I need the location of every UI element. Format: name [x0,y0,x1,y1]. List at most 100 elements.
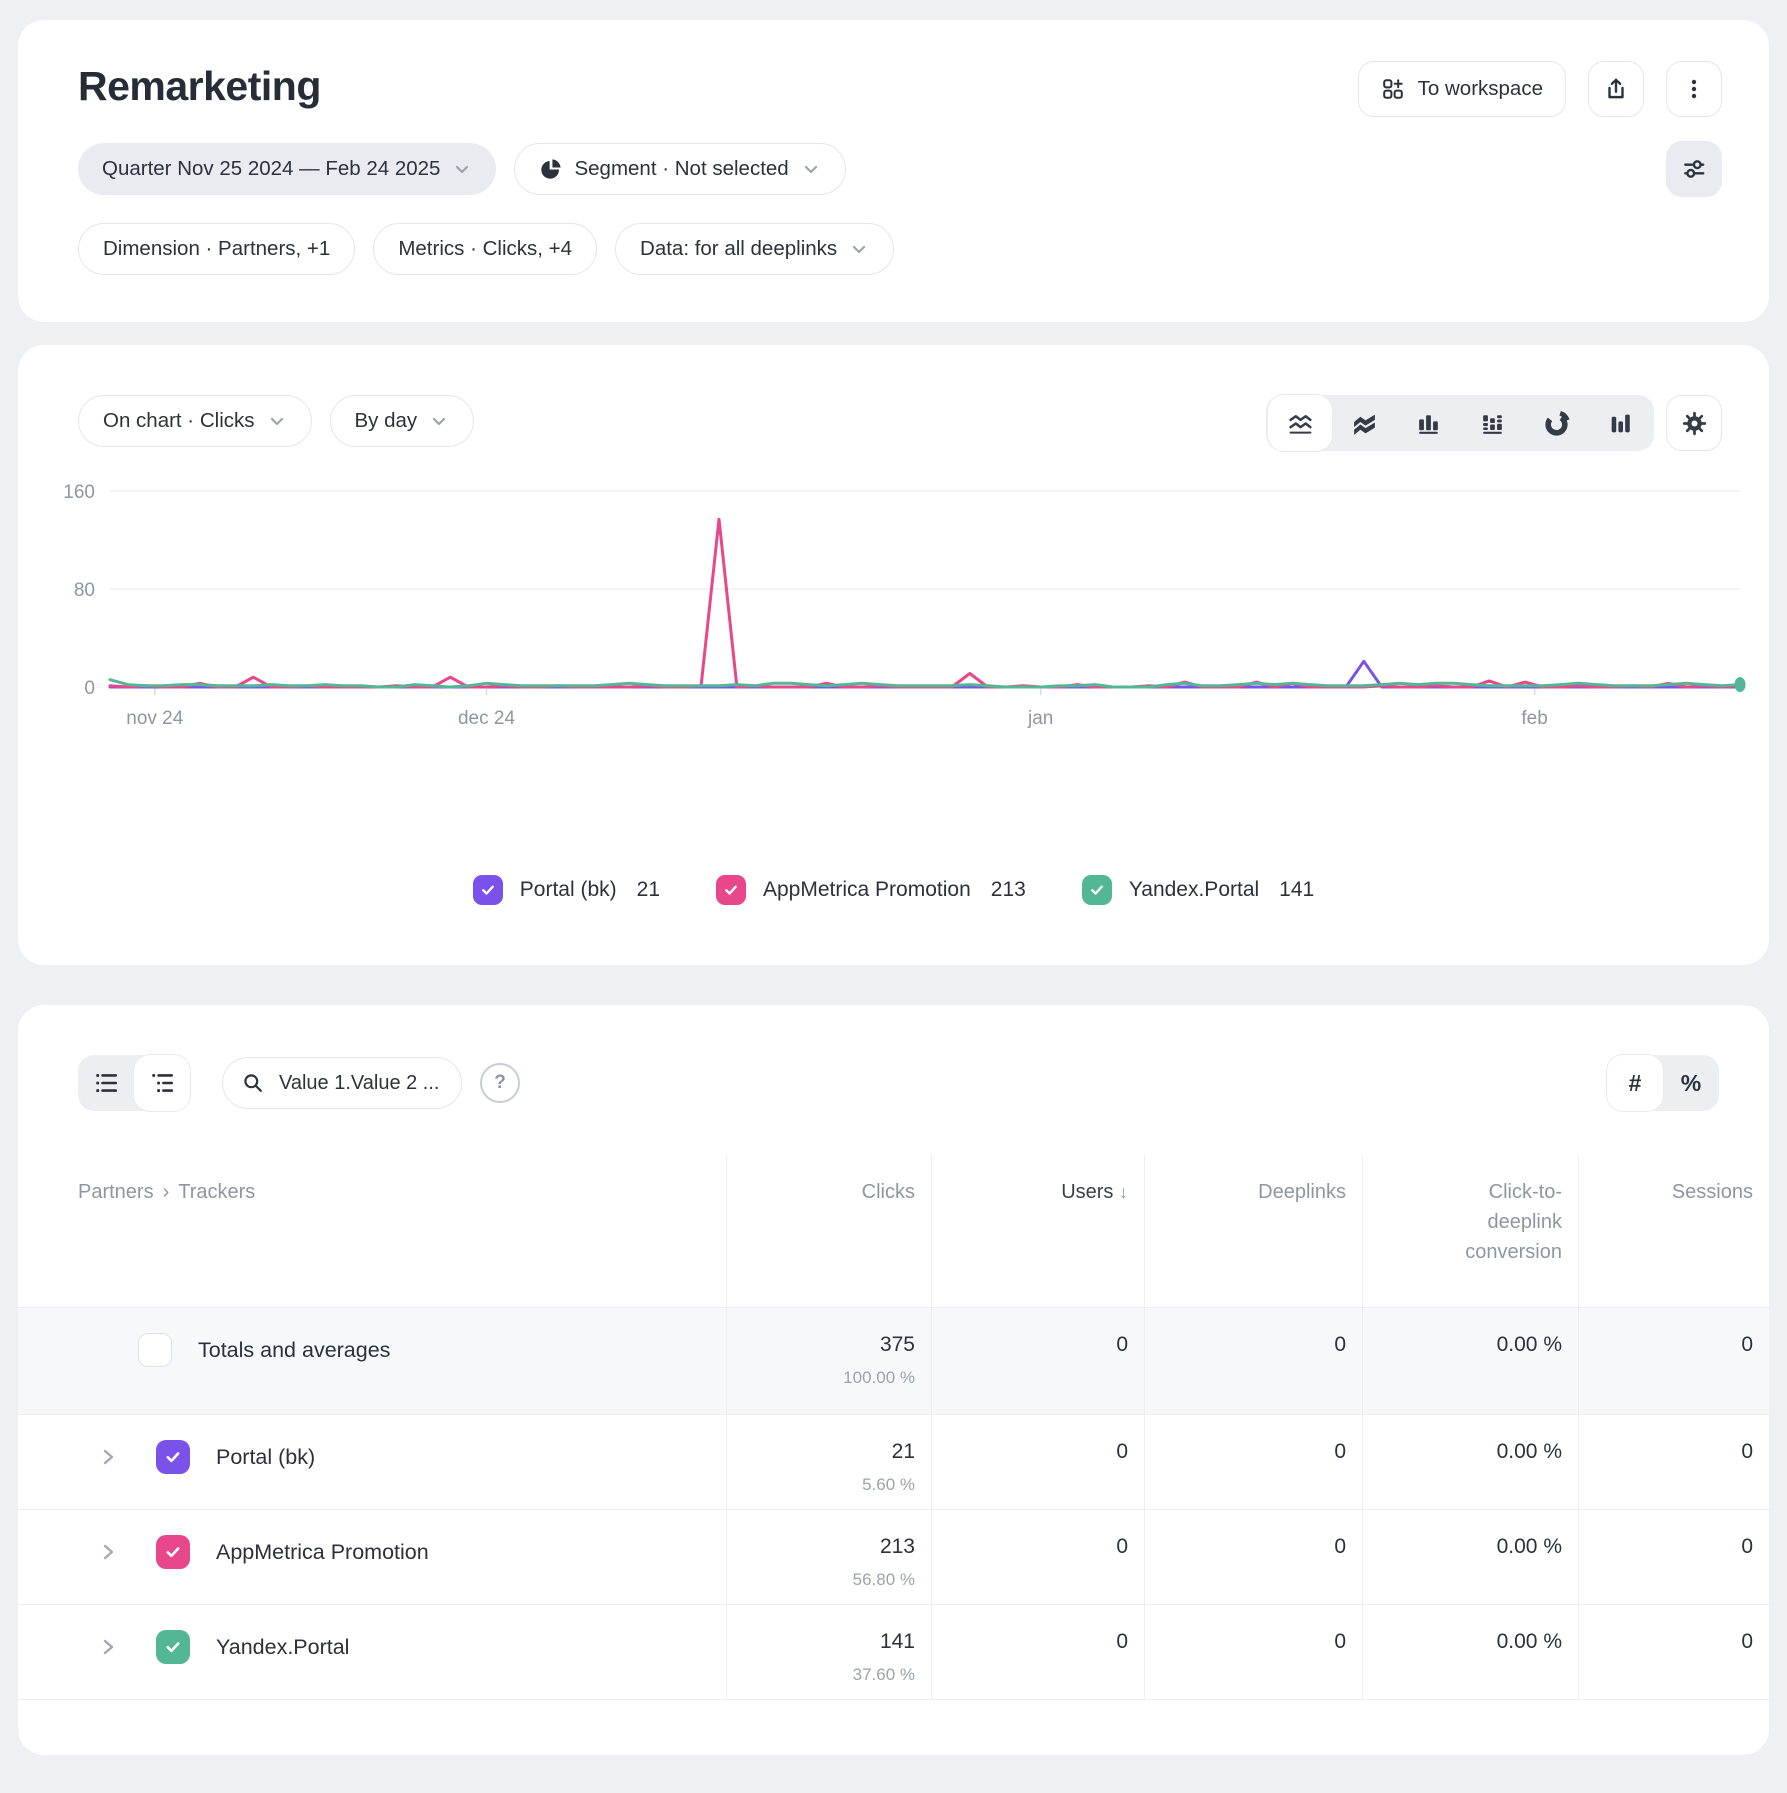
row-checkbox[interactable] [156,1630,190,1664]
legend-item-appmetrica-promotion[interactable]: AppMetrica Promotion 213 [716,875,1026,905]
column-header-conversion[interactable]: Click-to-deeplink conversion [1362,1155,1578,1307]
users-cell: 0 [931,1415,1144,1509]
format-percent-button[interactable]: % [1663,1055,1719,1111]
segment-pie-icon [539,158,562,181]
chart-type-switcher [1266,395,1654,451]
conversion-cell: 0.00 % [1362,1510,1578,1604]
breadcrumb-trackers[interactable]: Trackers [178,1177,255,1207]
chart-settings-button[interactable] [1666,395,1722,451]
data-deeplinks-chip[interactable]: Data: for all deeplinks [615,223,894,275]
tree-list-view-button[interactable] [134,1055,190,1111]
clicks-cell: 375 100.00 % [726,1308,931,1414]
table-row-yandex-portal: Yandex.Portal 141 37.60 % 0 0 0.00 % 0 [18,1604,1769,1700]
chart-controls: On chart · Clicks By day [78,395,474,447]
sliders-icon [1681,156,1707,182]
row-checkbox[interactable] [138,1333,172,1367]
help-button[interactable]: ? [480,1063,520,1103]
list-view-switcher [78,1055,190,1111]
filter-chips-row-2: Dimension · Partners, +1 Metrics · Click… [78,223,894,275]
date-range-chip[interactable]: Quarter Nov 25 2024 — Feb 24 2025 [78,143,496,195]
on-chart-metric-label: On chart · Clicks [103,409,255,433]
more-menu-button[interactable] [1666,61,1722,117]
sessions-cell: 0 [1578,1308,1769,1414]
chevron-down-icon [267,411,287,431]
chart-legend: Portal (bk) 21 AppMetrica Promotion 213 … [18,875,1769,905]
question-icon: ? [494,1072,506,1094]
breadcrumb-partners[interactable]: Partners [78,1177,154,1207]
line-chart-icon [1287,410,1314,437]
column-header-clicks[interactable]: Clicks [726,1155,931,1307]
chevron-down-icon [452,159,472,179]
share-icon [1603,76,1629,102]
legend-item-yandex-portal[interactable]: Yandex.Portal 141 [1082,875,1314,905]
expand-row-icon[interactable] [98,1637,118,1657]
search-icon [241,1071,265,1095]
to-workspace-button[interactable]: To workspace [1358,61,1566,117]
row-label: Yandex.Portal [216,1635,349,1660]
dimension-chip[interactable]: Dimension · Partners, +1 [78,223,355,275]
legend-label: AppMetrica Promotion [763,878,971,902]
dimension-label: Dimension · Partners, +1 [103,237,330,261]
stacked-area-chart-icon [1351,410,1378,437]
share-button[interactable] [1588,61,1644,117]
column-header-sessions[interactable]: Sessions [1578,1155,1769,1307]
table-search[interactable] [222,1057,462,1109]
bar-chart-icon [1415,410,1442,437]
partners-table: Partners › Trackers Clicks Users ↓ Deepl… [18,1155,1769,1700]
granularity-chip[interactable]: By day [330,395,475,447]
segment-chip[interactable]: Segment · Not selected [514,143,845,195]
legend-label: Yandex.Portal [1129,878,1259,902]
expand-row-icon[interactable] [98,1542,118,1562]
search-input[interactable] [277,1071,441,1096]
row-label: Portal (bk) [216,1445,315,1470]
column-header-deeplinks[interactable]: Deeplinks [1144,1155,1362,1307]
filters-settings-button[interactable] [1666,141,1722,197]
legend-value: 21 [637,878,660,902]
svg-text:jan: jan [1027,708,1053,729]
svg-text:feb: feb [1521,708,1547,729]
gear-icon [1681,410,1708,437]
breadcrumb-separator-icon: › [163,1177,170,1207]
chevron-down-icon [849,239,869,259]
granularity-label: By day [355,409,418,433]
header-actions: To workspace [1358,61,1722,117]
format-absolute-button[interactable]: # [1607,1055,1663,1111]
on-chart-metric-chip[interactable]: On chart · Clicks [78,395,312,447]
svg-text:nov 24: nov 24 [126,708,183,729]
chart-type-line[interactable] [1268,395,1332,451]
sessions-cell: 0 [1578,1510,1769,1604]
series-checkbox[interactable] [1082,875,1112,905]
table-controls: ? # % [78,1055,1719,1111]
row-checkbox[interactable] [156,1440,190,1474]
chart-type-bars[interactable] [1396,395,1460,451]
chart-type-columns[interactable] [1588,395,1652,451]
chart-type-stacked-area[interactable] [1332,395,1396,451]
number-format-switcher: # % [1607,1055,1719,1111]
series-checkbox[interactable] [716,875,746,905]
table-row-appmetrica-promotion: AppMetrica Promotion 213 56.80 % 0 0 0.0… [18,1509,1769,1604]
deeplinks-cell: 0 [1144,1510,1362,1604]
legend-item-portal-bk[interactable]: Portal (bk) 21 [473,875,660,905]
chart-type-stacked-bars[interactable] [1460,395,1524,451]
expand-row-icon[interactable] [98,1447,118,1467]
clicks-cell: 213 56.80 % [726,1510,931,1604]
sessions-cell: 0 [1578,1415,1769,1509]
row-checkbox[interactable] [156,1535,190,1569]
pie-chart-icon [1543,410,1570,437]
series-checkbox[interactable] [473,875,503,905]
flat-list-view-button[interactable] [78,1055,134,1111]
metrics-chip[interactable]: Metrics · Clicks, +4 [373,223,597,275]
svg-text:80: 80 [74,580,95,601]
breadcrumb[interactable]: Partners › Trackers [18,1155,726,1307]
percent-icon: % [1681,1070,1701,1097]
users-cell: 0 [931,1510,1144,1604]
stacked-bar-chart-icon [1479,410,1506,437]
page-title: Remarketing [78,62,321,110]
table-header-row: Partners › Trackers Clicks Users ↓ Deepl… [18,1155,1769,1307]
column-header-users[interactable]: Users ↓ [931,1155,1144,1307]
svg-text:0: 0 [84,678,95,699]
users-cell: 0 [931,1605,1144,1699]
table-row-portal-bk: Portal (bk) 21 5.60 % 0 0 0.00 % 0 [18,1414,1769,1509]
chart-type-pie[interactable] [1524,395,1588,451]
sessions-cell: 0 [1578,1605,1769,1699]
